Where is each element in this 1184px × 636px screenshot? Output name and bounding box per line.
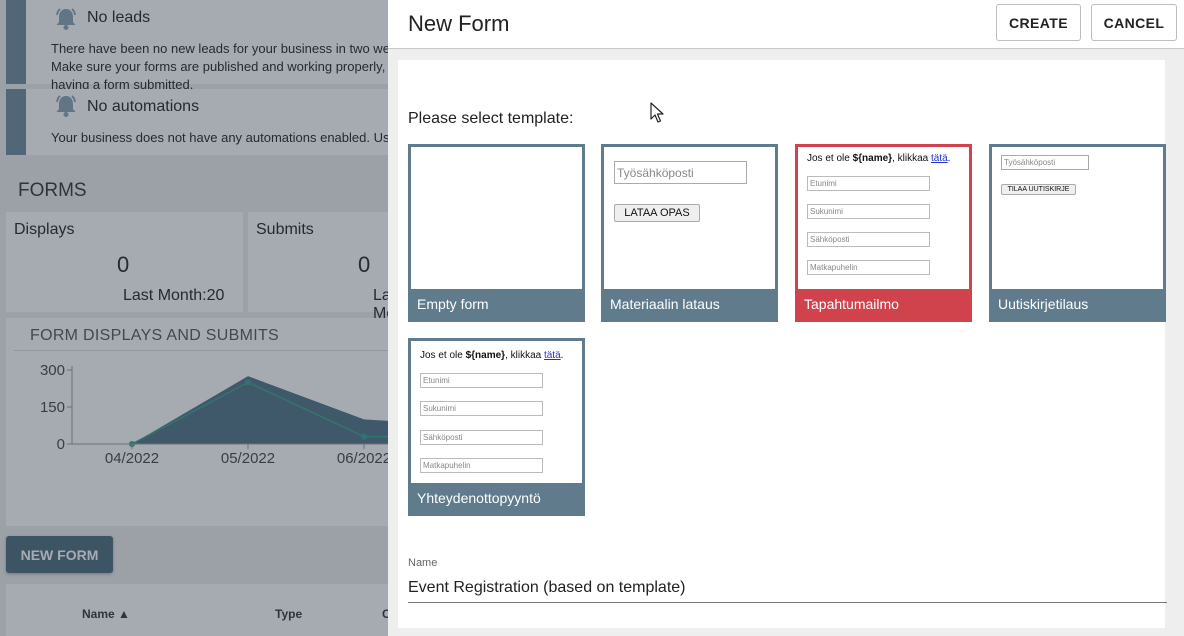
template-card-yhteydenottopyynto[interactable]: Jos et ole ${name}, klikkaa tätä. Etunim…	[408, 338, 585, 516]
template-card-uutiskirjetilaus[interactable]: Työsähköposti TILAA UUTISKIRJE Uutiskirj…	[989, 144, 1166, 322]
preview-field: Etunimi	[420, 373, 543, 388]
template-preview	[411, 147, 582, 290]
template-preview: Jos et ole ${name}, klikkaa tätä. Etunim…	[411, 341, 582, 484]
name-input-underline	[408, 602, 1167, 603]
template-preview: Työsähköposti TILAA UUTISKIRJE	[992, 147, 1163, 290]
preview-email-input: Työsähköposti	[1001, 155, 1089, 170]
preview-field: Sukunimi	[420, 401, 543, 416]
create-button[interactable]: CREATE	[996, 4, 1081, 41]
preview-link: tätä	[543, 350, 561, 361]
preview-link: tätä	[930, 153, 948, 164]
preview-field: Sähköposti	[807, 232, 930, 247]
drawer-body: Please select template: Empty form Työsä…	[398, 60, 1167, 628]
preview-field: Sähköposti	[420, 430, 543, 445]
modal-backdrop[interactable]	[0, 0, 388, 636]
preview-intro-text: Jos et ole ${name}, klikkaa tätä.	[807, 153, 951, 164]
cancel-button[interactable]: CANCEL	[1091, 4, 1177, 41]
template-preview: Työsähköposti LATAA OPAS	[604, 147, 775, 290]
preview-field: Sukunimi	[807, 204, 930, 219]
select-template-label: Please select template:	[408, 110, 574, 127]
preview-intro-text: Jos et ole ${name}, klikkaa tätä.	[420, 350, 564, 361]
drawer-header: New Form CREATE CANCEL	[388, 0, 1184, 49]
preview-field: Matkapuhelin	[420, 458, 543, 473]
preview-email-input: Työsähköposti	[614, 161, 747, 184]
template-caption: Tapahtumailmo	[798, 289, 969, 319]
preview-field: Etunimi	[807, 176, 930, 191]
template-caption: Materiaalin lataus	[604, 289, 775, 319]
mouse-cursor-icon	[650, 102, 664, 123]
preview-download-button: LATAA OPAS	[614, 204, 700, 222]
drawer-title: New Form	[408, 11, 510, 36]
name-field-label: Name	[408, 557, 438, 569]
template-caption: Empty form	[411, 289, 582, 319]
template-caption: Yhteydenottopyyntö	[411, 483, 582, 513]
template-caption: Uutiskirjetilaus	[992, 289, 1163, 319]
new-form-drawer: New Form CREATE CANCEL Please select tem…	[388, 0, 1184, 636]
template-preview: Jos et ole ${name}, klikkaa tätä. Etunim…	[798, 147, 969, 290]
template-card-materiaalin-lataus[interactable]: Työsähköposti LATAA OPAS Materiaalin lat…	[601, 144, 778, 322]
name-input[interactable]: Event Registration (based on template)	[408, 579, 685, 597]
template-card-tapahtumailmo[interactable]: Jos et ole ${name}, klikkaa tätä. Etunim…	[795, 144, 972, 322]
preview-field: Matkapuhelin	[807, 260, 930, 275]
template-card-empty-form[interactable]: Empty form	[408, 144, 585, 322]
preview-subscribe-button: TILAA UUTISKIRJE	[1001, 184, 1076, 195]
